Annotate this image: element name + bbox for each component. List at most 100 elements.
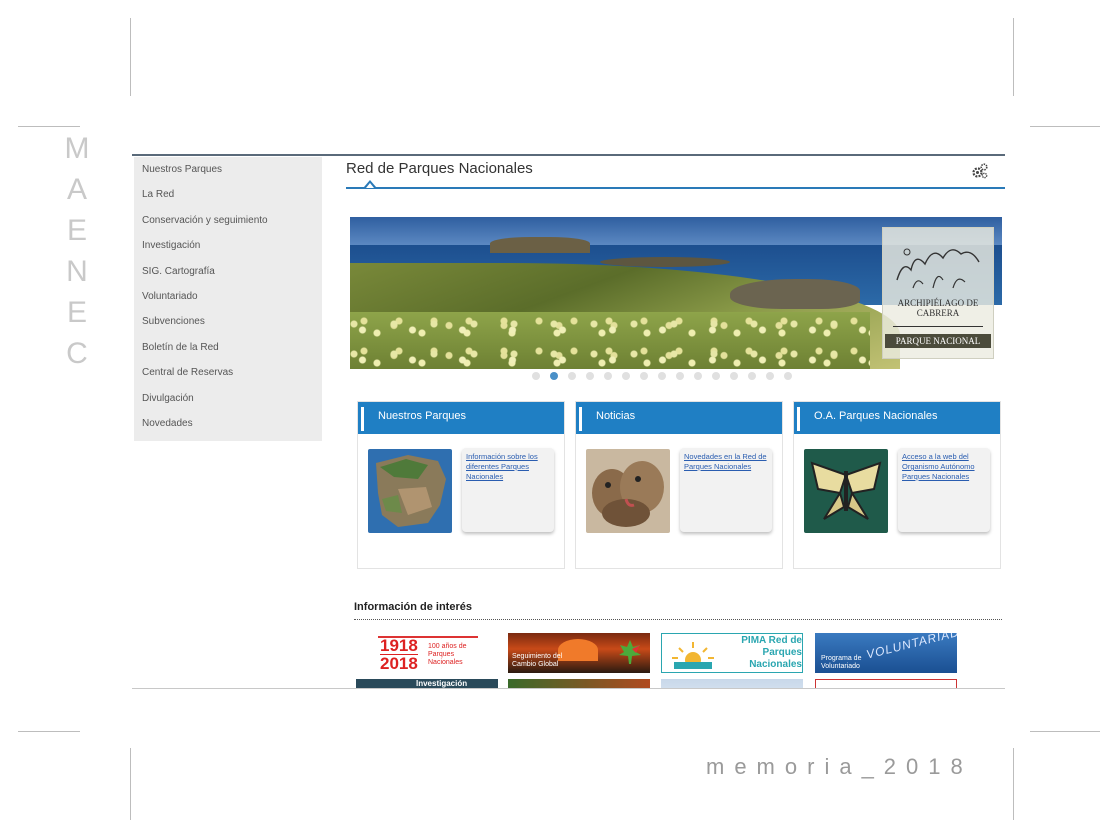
gears-icon[interactable]: [971, 162, 989, 180]
slide-dot[interactable]: [622, 372, 630, 380]
side-letter: E: [66, 296, 87, 329]
global-change-caption: Seguimiento del Cambio Global: [512, 653, 563, 668]
banner-row2-4[interactable]: [815, 679, 957, 688]
card-title: O.A. Parques Nacionales: [814, 410, 938, 422]
sidebar-item-divulgacion[interactable]: Divulgación: [134, 386, 322, 411]
card-link-noticias[interactable]: Novedades en la Red de Parques Nacionale…: [684, 452, 770, 472]
pima-banner[interactable]: PIMA Red de Parques Nacionales: [661, 633, 803, 673]
frame-line-left-bottom: [18, 731, 80, 732]
interest-section-rule: [354, 619, 1002, 620]
card-link-parques[interactable]: Información sobre los diferentes Parques…: [466, 452, 552, 482]
footer-memoria-label: memoria_2018: [706, 754, 973, 779]
card-link-oa-parques[interactable]: Acceso a la web del Organismo Autónomo P…: [902, 452, 988, 482]
voluntariado-overlay: VOLUNTARIADO: [864, 633, 957, 662]
frame-line-top-right: [1013, 18, 1014, 96]
slide-dot[interactable]: [784, 372, 792, 380]
sidebar-item-sig-cartografia[interactable]: SIG. Cartografía: [134, 259, 322, 284]
slide-dot[interactable]: [748, 372, 756, 380]
frame-line-right-bottom: [1030, 731, 1100, 732]
iberian-peninsula-map-image[interactable]: [368, 449, 452, 533]
sidebar-item-novedades[interactable]: Novedades: [134, 411, 322, 436]
voluntariado-caption: Programa de Voluntariado: [821, 655, 862, 670]
lynx-cubs-image[interactable]: [586, 449, 670, 533]
top-border: [132, 154, 1005, 156]
slide-dot[interactable]: [550, 372, 558, 380]
banner-row2-2[interactable]: [508, 679, 650, 688]
sidebar-item-subvenciones[interactable]: Subvenciones: [134, 309, 322, 334]
frame-line-bottom-right: [1013, 748, 1014, 820]
voluntariado-banner[interactable]: VOLUNTARIADO Programa de Voluntariado: [815, 633, 957, 673]
side-letter: C: [66, 337, 88, 370]
sidebar-item-nuestros-parques[interactable]: Nuestros Parques: [134, 157, 322, 182]
sidebar-item-voluntariado[interactable]: Voluntariado: [134, 284, 322, 309]
slide-dot[interactable]: [658, 372, 666, 380]
banner-row2-3[interactable]: [661, 679, 803, 688]
title-notch-inner: [366, 183, 374, 188]
card-title: Nuestros Parques: [378, 410, 467, 422]
side-letter: A: [66, 173, 87, 206]
slide-dot[interactable]: [694, 372, 702, 380]
card-noticias: Noticias Novedades en la Red de Parques …: [575, 401, 783, 569]
slide-dot[interactable]: [604, 372, 612, 380]
sidebar-item-conservacion[interactable]: Conservación y seguimiento: [134, 208, 322, 233]
card-link-box: Acceso a la web del Organismo Autónomo P…: [898, 448, 990, 532]
slide-dot[interactable]: [676, 372, 684, 380]
sidebar-item-boletin[interactable]: Boletín de la Red: [134, 335, 322, 360]
card-header: Nuestros Parques: [358, 402, 564, 434]
card-oa-parques: O.A. Parques Nacionales Acceso a la web …: [793, 401, 1001, 569]
park-logo-rule: [893, 326, 983, 327]
side-letter: E: [66, 214, 87, 247]
sidebar-item-la-red[interactable]: La Red: [134, 182, 322, 207]
ceneam-vertical-title: M A E N E C: [62, 128, 92, 374]
side-letter: M: [64, 132, 90, 165]
maple-leaf-icon: [619, 640, 641, 664]
card-header: Noticias: [576, 402, 782, 434]
park-logo: ARCHIPIÉLAGO DE CABRERA PARQUE NACIONAL: [882, 227, 994, 359]
frame-line-top-left: [130, 18, 131, 96]
side-letter: N: [66, 255, 88, 288]
interest-section-title: Información de interés: [354, 601, 472, 613]
card-header: O.A. Parques Nacionales: [794, 402, 1000, 434]
cabrera-mountains-icon: [896, 248, 980, 289]
card-title: Noticias: [596, 410, 636, 422]
park-logo-title: ARCHIPIÉLAGO DE CABRERA: [897, 298, 979, 318]
centenary-banner[interactable]: 1918 2018 100 años de Parques Nacionales: [356, 633, 498, 673]
sidebar-menu: Nuestros Parques La Red Conservación y s…: [134, 157, 322, 441]
investigacion-banner[interactable]: Investigación: [356, 679, 498, 688]
card-header-bar: [361, 407, 364, 431]
slide-dot[interactable]: [730, 372, 738, 380]
card-link-box: Información sobre los diferentes Parques…: [462, 448, 554, 532]
hero-slideshow[interactable]: ARCHIPIÉLAGO DE CABRERA PARQUE NACIONAL: [350, 217, 1002, 369]
slide-dot[interactable]: [640, 372, 648, 380]
website-screenshot: Nuestros Parques La Red Conservación y s…: [132, 154, 1005, 688]
hero-flowers: [350, 312, 870, 369]
centenary-year-start: 1918: [380, 636, 418, 655]
sidebar-item-investigacion[interactable]: Investigación: [134, 233, 322, 258]
frame-line-left-top: [18, 126, 80, 127]
card-header-bar: [579, 407, 582, 431]
slide-dot[interactable]: [532, 372, 540, 380]
investigacion-caption: Investigación: [416, 679, 468, 688]
swallowtail-butterfly-image[interactable]: [804, 449, 888, 533]
global-change-banner[interactable]: Seguimiento del Cambio Global: [508, 633, 650, 673]
hero-rocks: [730, 279, 860, 309]
pima-title: PIMA Red de Parques Nacionales: [741, 635, 802, 670]
hero-island: [490, 237, 590, 253]
card-link-box: Novedades en la Red de Parques Nacionale…: [680, 448, 772, 532]
slide-dot[interactable]: [586, 372, 594, 380]
sun-logo-icon: [672, 642, 714, 669]
slide-dot[interactable]: [712, 372, 720, 380]
card-nuestros-parques: Nuestros Parques Información sobre los d…: [357, 401, 565, 569]
centenary-year-end: 2018: [380, 654, 418, 673]
frame-line-bottom-left: [130, 748, 131, 820]
centenary-caption: 100 años de Parques Nacionales: [428, 643, 467, 666]
slide-dot[interactable]: [568, 372, 576, 380]
sidebar-item-central-reservas[interactable]: Central de Reservas: [134, 360, 322, 385]
card-header-bar: [797, 407, 800, 431]
park-logo-subtitle: PARQUE NACIONAL: [885, 334, 991, 348]
slide-dot[interactable]: [766, 372, 774, 380]
page-title: Red de Parques Nacionales: [346, 160, 533, 177]
slideshow-pagination: [532, 372, 792, 382]
frame-line-right-top: [1030, 126, 1100, 127]
title-underline: [346, 187, 1005, 189]
